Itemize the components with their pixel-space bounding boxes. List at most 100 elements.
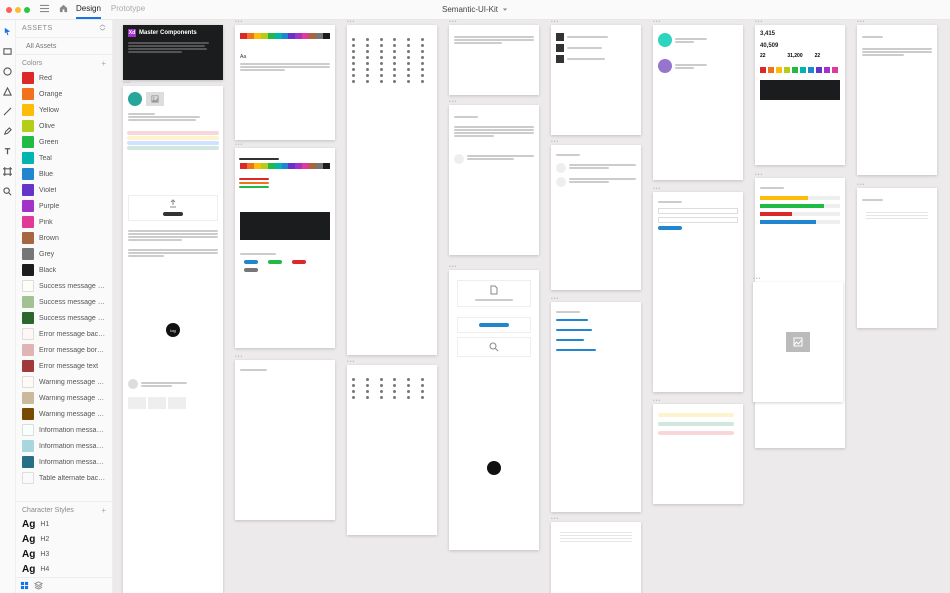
swatch-chip: [22, 440, 34, 452]
color-swatch-pink[interactable]: Pink: [16, 214, 112, 230]
artboard-placeholder-image[interactable]: •••: [753, 282, 843, 402]
select-tool[interactable]: [3, 26, 13, 36]
color-swatch-olive[interactable]: Olive: [16, 118, 112, 134]
artboard-right-1[interactable]: •••: [857, 25, 937, 175]
artboard-icons-2[interactable]: •••: [347, 365, 437, 535]
artboard-icons-1[interactable]: •••: [347, 25, 437, 355]
char-style-h3[interactable]: AgH3: [16, 547, 112, 562]
assets-panel: ASSETS Colors + RedOrangeYellowOliveGree…: [16, 20, 113, 593]
swatch-chip: [22, 248, 34, 260]
color-swatch-orange[interactable]: Orange: [16, 86, 112, 102]
maximize-window-icon[interactable]: [24, 7, 30, 13]
badge-circle: log: [166, 323, 180, 337]
color-swatch-teal[interactable]: Teal: [16, 150, 112, 166]
artboard-master-components[interactable]: Xd Master Components: [123, 25, 223, 80]
swatch-label: Olive: [39, 123, 55, 130]
artboard-comment[interactable]: •••: [449, 105, 539, 255]
color-swatch-success-message-border[interactable]: Success message border: [16, 294, 112, 310]
artboard-table[interactable]: •••: [551, 522, 641, 593]
color-swatch-warning-message-backg-[interactable]: Warning message backg…: [16, 374, 112, 390]
char-style-h1[interactable]: AgH1: [16, 517, 112, 532]
color-swatch-purple[interactable]: Purple: [16, 198, 112, 214]
color-swatch-information-message-text[interactable]: Information message text: [16, 454, 112, 470]
swatch-label: Warning message backg…: [39, 379, 106, 386]
assets-library-icon[interactable]: [20, 581, 29, 590]
document-icon: [489, 285, 499, 295]
menu-icon[interactable]: [40, 4, 49, 15]
panel-collapse-icon[interactable]: [99, 24, 106, 33]
color-swatch-warning-message-border[interactable]: Warning message border: [16, 390, 112, 406]
layers-panel-icon[interactable]: [34, 581, 43, 590]
color-swatch-violet[interactable]: Violet: [16, 182, 112, 198]
color-swatch-success-message-text[interactable]: Success message text: [16, 310, 112, 326]
triangle-tool[interactable]: [3, 86, 13, 96]
close-window-icon[interactable]: [6, 7, 12, 13]
color-swatch-grey[interactable]: Grey: [16, 246, 112, 262]
upload-icon: [168, 199, 178, 209]
color-swatch-warning-message-text[interactable]: Warning message text: [16, 406, 112, 422]
artboard-components-long[interactable]: ••• log: [123, 86, 223, 593]
swatch-label: Information message ba…: [39, 427, 106, 434]
minimize-window-icon[interactable]: [15, 7, 21, 13]
color-swatch-error-message-text[interactable]: Error message text: [16, 358, 112, 374]
color-swatch-error-message-border[interactable]: Error message border: [16, 342, 112, 358]
swatch-label: Purple: [39, 203, 59, 210]
pen-tool[interactable]: [3, 126, 13, 136]
color-swatch-black[interactable]: Black: [16, 262, 112, 278]
document-title[interactable]: Semantic-UI-Kit: [442, 5, 508, 14]
tab-design[interactable]: Design: [76, 0, 101, 19]
text-tool[interactable]: [3, 146, 13, 156]
swatch-chip: [22, 360, 34, 372]
tab-prototype[interactable]: Prototype: [111, 0, 145, 19]
color-swatch-information-message-bor-[interactable]: Information message bor…: [16, 438, 112, 454]
color-swatch-table-alternate-backgro-[interactable]: Table alternate backgro…: [16, 470, 112, 486]
artboard-colors[interactable]: ••• Aa: [235, 25, 335, 140]
add-charstyle-icon[interactable]: +: [101, 506, 106, 515]
swatch-chip: [22, 328, 34, 340]
colors-section-header: Colors: [22, 60, 42, 67]
window-controls[interactable]: [0, 7, 36, 13]
add-color-icon[interactable]: +: [101, 59, 106, 68]
color-swatch-success-message-backg-[interactable]: Success message backg…: [16, 278, 112, 294]
color-swatch-red[interactable]: Red: [16, 70, 112, 86]
char-style-h4[interactable]: AgH4: [16, 562, 112, 577]
swatch-label: Success message border: [39, 299, 106, 306]
artboard-list-1[interactable]: •••: [551, 25, 641, 135]
swatch-label: Warning message border: [39, 395, 106, 402]
artboard-profile-cards[interactable]: •••: [653, 25, 743, 180]
line-tool[interactable]: [3, 106, 13, 116]
color-swatch-green[interactable]: Green: [16, 134, 112, 150]
home-icon[interactable]: [59, 4, 68, 15]
artboard-feed[interactable]: •••: [551, 145, 641, 290]
zoom-tool[interactable]: [3, 186, 13, 196]
color-swatch-error-message-backgrou-[interactable]: Error message backgrou…: [16, 326, 112, 342]
swatch-chip: [22, 424, 34, 436]
asset-search-input[interactable]: [26, 43, 113, 50]
swatch-label: Black: [39, 267, 56, 274]
rectangle-tool[interactable]: [3, 46, 13, 56]
artboard-right-2[interactable]: •••: [857, 188, 937, 328]
color-swatch-brown[interactable]: Brown: [16, 230, 112, 246]
char-style-h2[interactable]: AgH2: [16, 532, 112, 547]
color-swatch-yellow[interactable]: Yellow: [16, 102, 112, 118]
artboard-modal[interactable]: •••: [449, 270, 539, 550]
swatch-chip: [22, 168, 34, 180]
color-swatch-information-message-ba-[interactable]: Information message ba…: [16, 422, 112, 438]
ellipse-tool[interactable]: [3, 66, 13, 76]
artboard-links[interactable]: •••: [551, 302, 641, 512]
swatch-label: Error message text: [39, 363, 98, 370]
artboard-text-1[interactable]: •••: [449, 25, 539, 95]
swatch-chip: [22, 408, 34, 420]
artboard-form-1[interactable]: •••: [653, 192, 743, 392]
swatch-label: Table alternate backgro…: [39, 475, 106, 482]
swatch-chip: [22, 456, 34, 468]
swatch-chip: [22, 232, 34, 244]
color-swatch-blue[interactable]: Blue: [16, 166, 112, 182]
artboard-messages[interactable]: •••: [653, 404, 743, 504]
artboard-stats[interactable]: ••• 3,415 40,509 2231,20022: [755, 25, 845, 165]
artboard-buttons[interactable]: •••: [235, 360, 335, 520]
swatch-chip: [22, 136, 34, 148]
artboard-tool[interactable]: [3, 166, 13, 176]
artboard-inverted-colors[interactable]: •••: [235, 148, 335, 348]
design-canvas[interactable]: Xd Master Components ••• log: [113, 20, 950, 593]
